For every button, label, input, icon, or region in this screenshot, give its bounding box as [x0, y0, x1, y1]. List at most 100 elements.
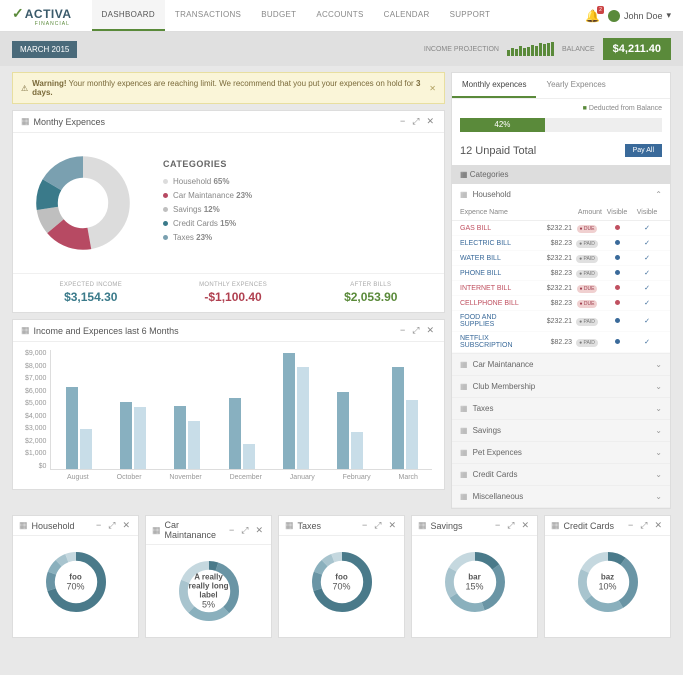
checkmark-icon[interactable]: ✓ — [632, 317, 662, 325]
chevron-down-icon: ⌄ — [655, 404, 662, 413]
accordion-head[interactable]: ▦Savings⌄ — [452, 420, 670, 441]
stat-expected-income: EXPECTED INCOME$3,154.30 — [60, 282, 123, 304]
progress-bar: 42% — [460, 118, 662, 132]
expand-icon[interactable]: ⤢ — [505, 520, 516, 531]
warning-banner: ⚠ Warning! Your monthly expences are rea… — [12, 72, 445, 104]
balance-label: BALANCE — [562, 46, 595, 53]
minimize-icon[interactable]: − — [398, 325, 407, 336]
accordion-head[interactable]: ▦Club Membership⌄ — [452, 376, 670, 397]
nav-transactions[interactable]: TRANSACTIONS — [165, 0, 251, 31]
panel-icon: ▦ — [21, 325, 30, 336]
tab-monthly[interactable]: Monthly expences — [452, 73, 536, 98]
mini-panel-credit-cards: ▦Credit Cards−⤢✕baz10% — [544, 515, 671, 638]
tab-yearly[interactable]: Yearly Expences — [536, 73, 615, 98]
minimize-icon[interactable]: − — [398, 116, 407, 127]
accordion-household: ▦ Household ⌃ Expence Name Amount Visibl… — [452, 184, 670, 354]
chevron-up-icon: ⌃ — [655, 190, 662, 199]
sub-toolbar: MARCH 2015 INCOME PROJECTION BALANCE $4,… — [0, 32, 683, 66]
expand-icon[interactable]: ⤢ — [638, 520, 649, 531]
accordion-credit-cards: ▦Credit Cards⌄ — [452, 464, 670, 486]
date-selector-button[interactable]: MARCH 2015 — [12, 41, 77, 58]
deducted-legend: Deducted from Balance — [452, 99, 670, 118]
user-menu[interactable]: John Doe ▾ — [608, 10, 671, 22]
close-panel-icon[interactable]: ✕ — [519, 520, 531, 531]
legend-item: Savings 12% — [163, 205, 434, 214]
accordion-head[interactable]: ▦Taxes⌄ — [452, 398, 670, 419]
expand-icon[interactable]: ⤢ — [410, 325, 421, 336]
minimize-icon[interactable]: − — [626, 520, 635, 531]
panel-title: Income and Expences last 6 Months — [34, 326, 179, 336]
bar-group — [120, 350, 146, 469]
notifications-icon[interactable]: 🔔2 — [585, 9, 600, 23]
expences-sidebar: Monthly expences Yearly Expences Deducte… — [451, 72, 671, 509]
folder-icon: ▦ — [460, 470, 468, 479]
chevron-down-icon: ⌄ — [655, 448, 662, 457]
panel-icon: ▦ — [21, 116, 30, 127]
checkmark-icon[interactable]: ✓ — [632, 269, 662, 277]
projection-sparkline — [507, 42, 554, 56]
checkmark-icon[interactable]: ✓ — [632, 254, 662, 262]
brand-name: ACTIVA — [25, 7, 72, 21]
unpaid-total: 12 Unpaid Total — [460, 145, 536, 157]
minimize-icon[interactable]: − — [227, 525, 236, 536]
expence-row[interactable]: PHONE BILL$82.23● PAID✓ — [452, 266, 670, 281]
close-panel-icon[interactable]: ✕ — [386, 520, 398, 531]
legend-item: Taxes 23% — [163, 233, 434, 242]
legend-item: Household 65% — [163, 177, 434, 186]
expence-row[interactable]: GAS BILL$232.21● DUE✓ — [452, 221, 670, 236]
expence-row[interactable]: INTERNET BILL$232.21● DUE✓ — [452, 281, 670, 296]
chevron-down-icon: ⌄ — [655, 426, 662, 435]
accordion-head[interactable]: ▦Credit Cards⌄ — [452, 464, 670, 485]
legend-item: Car Maintanance 23% — [163, 191, 434, 200]
nav-accounts[interactable]: ACCOUNTS — [306, 0, 373, 31]
close-panel-icon[interactable]: ✕ — [424, 325, 436, 336]
checkmark-icon[interactable]: ✓ — [632, 224, 662, 232]
nav-budget[interactable]: BUDGET — [251, 0, 306, 31]
accordion-head[interactable]: ▦Miscellaneous⌄ — [452, 486, 670, 507]
checkmark-icon[interactable]: ✓ — [632, 299, 662, 307]
logo-mark-icon: ✓ — [12, 5, 24, 22]
expand-icon[interactable]: ⤢ — [239, 525, 250, 536]
expand-icon[interactable]: ⤢ — [410, 116, 421, 127]
checkmark-icon[interactable]: ✓ — [632, 239, 662, 247]
mini-panel-car-maintanance: ▦Car Maintanance−⤢✕A really really long … — [145, 515, 272, 638]
warning-icon: ⚠ — [21, 84, 28, 93]
expand-icon[interactable]: ⤢ — [106, 520, 117, 531]
accordion-head[interactable]: ▦Pet Expences⌄ — [452, 442, 670, 463]
nav-dashboard[interactable]: DASHBOARD — [92, 0, 165, 31]
folder-icon: ▦ — [460, 190, 468, 199]
accordion-head[interactable]: ▦Car Maintanance⌄ — [452, 354, 670, 375]
close-icon[interactable]: ✕ — [429, 84, 436, 93]
folder-icon: ▦ — [460, 492, 468, 501]
accordion-savings: ▦Savings⌄ — [452, 420, 670, 442]
categories-header: ▦ Categories — [452, 165, 670, 184]
expence-row[interactable]: FOOD AND SUPPLIES$232.21● PAID✓ — [452, 311, 670, 332]
close-panel-icon[interactable]: ✕ — [424, 116, 436, 127]
expence-row[interactable]: ELECTRIC BILL$82.23● PAID✓ — [452, 236, 670, 251]
folder-icon: ▦ — [460, 382, 468, 391]
minimize-icon[interactable]: − — [493, 520, 502, 531]
monthly-expences-panel: ▦ Monthy Expences − ⤢ ✕ CATEGORIES House… — [12, 110, 445, 313]
checkmark-icon[interactable]: ✓ — [632, 338, 662, 346]
mini-panel-taxes: ▦Taxes−⤢✕foo70% — [278, 515, 405, 638]
close-panel-icon[interactable]: ✕ — [120, 520, 132, 531]
accordion-car-maintanance: ▦Car Maintanance⌄ — [452, 354, 670, 376]
accordion-head-household[interactable]: ▦ Household ⌃ — [452, 184, 670, 205]
nav-calendar[interactable]: CALENDAR — [374, 0, 440, 31]
minimize-icon[interactable]: − — [94, 520, 103, 531]
stat-after-bills: AFTER BILLS$2,053.90 — [344, 282, 397, 304]
pay-all-button[interactable]: Pay All — [625, 144, 662, 157]
folder-icon: ▦ — [460, 426, 468, 435]
minimize-icon[interactable]: − — [360, 520, 369, 531]
close-panel-icon[interactable]: ✕ — [652, 520, 664, 531]
expence-row[interactable]: WATER BILL$232.21● PAID✓ — [452, 251, 670, 266]
income-projection-label: INCOME PROJECTION — [424, 46, 499, 53]
checkmark-icon[interactable]: ✓ — [632, 284, 662, 292]
accordion-pet-expences: ▦Pet Expences⌄ — [452, 442, 670, 464]
nav-support[interactable]: SUPPORT — [440, 0, 501, 31]
chevron-down-icon: ▾ — [666, 10, 671, 21]
expence-row[interactable]: CELLPHONE BILL$82.23● DUE✓ — [452, 296, 670, 311]
expand-icon[interactable]: ⤢ — [372, 520, 383, 531]
close-panel-icon[interactable]: ✕ — [253, 525, 265, 536]
expence-row[interactable]: NETFLIX SUBSCRIPTION$82.23● PAID✓ — [452, 332, 670, 353]
